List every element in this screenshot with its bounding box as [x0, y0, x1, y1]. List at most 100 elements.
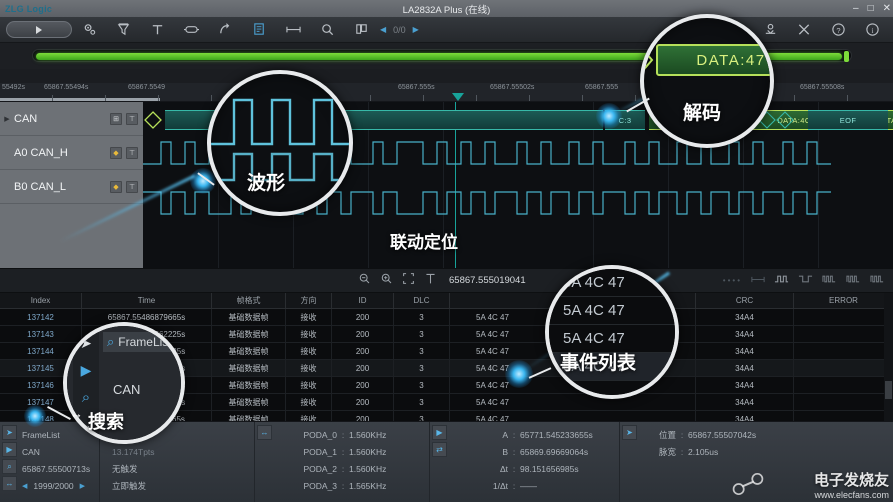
callout-search-label: 搜索	[88, 412, 124, 432]
cell-format: 基础数据帧	[212, 309, 286, 325]
channel-row-can-l[interactable]: B0 CAN_L ◆ ⊤	[0, 170, 143, 204]
link-icon[interactable]: ⇄	[432, 442, 447, 457]
channel-trigger-icon[interactable]: ⊤	[126, 112, 138, 125]
display-icon[interactable]	[344, 17, 378, 43]
svg-text:i: i	[871, 26, 873, 35]
measure-icon: ↔	[70, 406, 83, 421]
watermark-url: www.elecfans.com	[814, 490, 889, 500]
measure-span-icon[interactable]	[751, 272, 765, 290]
measure-icon[interactable]: ↔	[2, 476, 17, 491]
help-icon[interactable]: ?	[821, 17, 855, 43]
cell-dlc: 3	[394, 309, 450, 325]
pointer-icon[interactable]: ▶	[432, 425, 447, 440]
position-row: 脉宽:2.105us	[642, 443, 887, 460]
text-icon[interactable]	[140, 17, 174, 43]
column-header-index[interactable]: Index	[0, 293, 82, 308]
callout-decode-label: 解码	[683, 103, 722, 124]
maximize-button[interactable]: □	[868, 1, 874, 16]
page-next-button[interactable]: ▶	[413, 25, 419, 34]
close-button[interactable]: ✕	[883, 1, 891, 16]
expand-arrow-icon[interactable]: ▶	[0, 115, 14, 123]
record-next-button[interactable]: ▶	[80, 482, 85, 490]
decode-segment-eof[interactable]: EOF	[808, 110, 888, 130]
time-control-bar: 65867.555019041 ••••	[0, 268, 893, 293]
magnified-search-panel: ➤ ▶ ⌕ ↔ ⌕ FrameList CAN	[67, 326, 181, 440]
channel-label: A0 CAN_H	[14, 146, 68, 159]
pointer-icon[interactable]: ▶	[73, 357, 99, 384]
pointer-dark-icon[interactable]: ➤	[622, 425, 637, 440]
scrollbar-thumb[interactable]	[885, 381, 892, 399]
channel-trigger-icon[interactable]: ⊤	[126, 146, 138, 159]
channel-row-can[interactable]: ▶ CAN ⊞ ⊤	[0, 102, 143, 136]
trigger-icon[interactable]	[106, 17, 140, 43]
cursor-icon[interactable]: ➤	[2, 425, 17, 440]
channel-add-icon[interactable]: ⊞	[110, 112, 122, 125]
column-header-id[interactable]: ID	[332, 293, 394, 308]
trigger-mode-immediate[interactable]: 立即触发	[112, 477, 248, 494]
channel-trigger-icon[interactable]: ⊤	[126, 180, 138, 193]
position-value: 2.105us	[688, 446, 719, 457]
measure-toolbar: ••••	[723, 272, 885, 290]
freq-value: 1.560KHz	[349, 463, 387, 474]
record-prev-button[interactable]: ◀	[22, 482, 27, 490]
column-header-format[interactable]: 帧格式	[212, 293, 286, 308]
fit-icon[interactable]	[402, 272, 415, 290]
pulse-icon[interactable]	[774, 272, 789, 290]
zoom-in-icon[interactable]	[380, 272, 393, 290]
cursor-icon[interactable]: ➤	[73, 330, 99, 357]
freq-value: 1.560KHz	[349, 446, 387, 457]
column-header-dlc[interactable]: DLC	[394, 293, 450, 308]
burst1-icon[interactable]	[822, 272, 837, 290]
column-header-direction[interactable]: 方向	[286, 293, 332, 308]
search-icon[interactable]	[310, 17, 344, 43]
run-button[interactable]	[6, 21, 72, 38]
cell-dlc: 3	[394, 394, 450, 410]
zoom-out-icon[interactable]	[358, 272, 371, 290]
trigger-icon[interactable]	[424, 272, 437, 290]
burst3-icon[interactable]	[870, 272, 885, 290]
column-header-error[interactable]: ERROR	[794, 293, 893, 308]
position-row: 位置:65867.55507042s	[642, 426, 887, 443]
page-prev-button[interactable]: ◀	[380, 25, 386, 34]
column-header-time[interactable]: Time	[82, 293, 212, 308]
search-icon: ⌕	[107, 334, 115, 349]
minimize-button[interactable]: –	[853, 1, 859, 16]
cell-dlc: 3	[394, 326, 450, 342]
curve-icon[interactable]	[208, 17, 242, 43]
window-controls: – □ ✕	[853, 1, 891, 16]
measure-width-icon[interactable]	[276, 17, 310, 43]
edge-icon[interactable]	[798, 272, 813, 290]
burst2-icon[interactable]	[846, 272, 861, 290]
cell-index: 137142	[0, 309, 82, 325]
freq-name: PODA_2	[303, 463, 337, 474]
channel-label: CAN	[14, 112, 38, 125]
trigger-mode-none[interactable]: 无触发	[112, 460, 248, 477]
magnified-search-row[interactable]: ⌕ FrameList	[103, 332, 176, 352]
cell-format: 基础数据帧	[212, 377, 286, 393]
channel-level-icon[interactable]: ◆	[110, 146, 122, 159]
cursor-row: Δt:98.151656985s	[450, 460, 613, 477]
column-header-crc[interactable]: CRC	[696, 293, 794, 308]
capsule-icon[interactable]	[174, 17, 208, 43]
page-value: 0/0	[393, 24, 406, 35]
callout-waveform-label: 波形	[247, 173, 286, 194]
measure-span-icon[interactable]: ↔	[257, 425, 272, 440]
watermark: 电子发烧友 www.elecfans.com	[814, 469, 889, 500]
channel-level-icon[interactable]: ◆	[110, 180, 122, 193]
ruler-label: 65867.55508s	[800, 84, 845, 91]
settings-icon[interactable]	[72, 17, 106, 43]
table-scrollbar[interactable]	[884, 293, 893, 421]
report-icon[interactable]	[242, 17, 276, 43]
search-icon[interactable]: ⌕	[2, 459, 17, 474]
cell-id: 200	[332, 326, 394, 342]
channel-row-can-h[interactable]: A0 CAN_H ◆ ⊤	[0, 136, 143, 170]
channel-label: B0 CAN_L	[14, 180, 66, 193]
cell-dlc: 3	[394, 360, 450, 376]
pointer-icon[interactable]: ▶	[2, 442, 17, 457]
freq-sep: :	[341, 446, 345, 457]
info-icon[interactable]: i	[855, 17, 889, 43]
progress-knob[interactable]	[844, 51, 849, 62]
tools-icon[interactable]	[787, 17, 821, 43]
window-title: LA2832A Plus (在线)	[402, 4, 491, 16]
cursor-value: 98.151656985s	[520, 463, 579, 474]
